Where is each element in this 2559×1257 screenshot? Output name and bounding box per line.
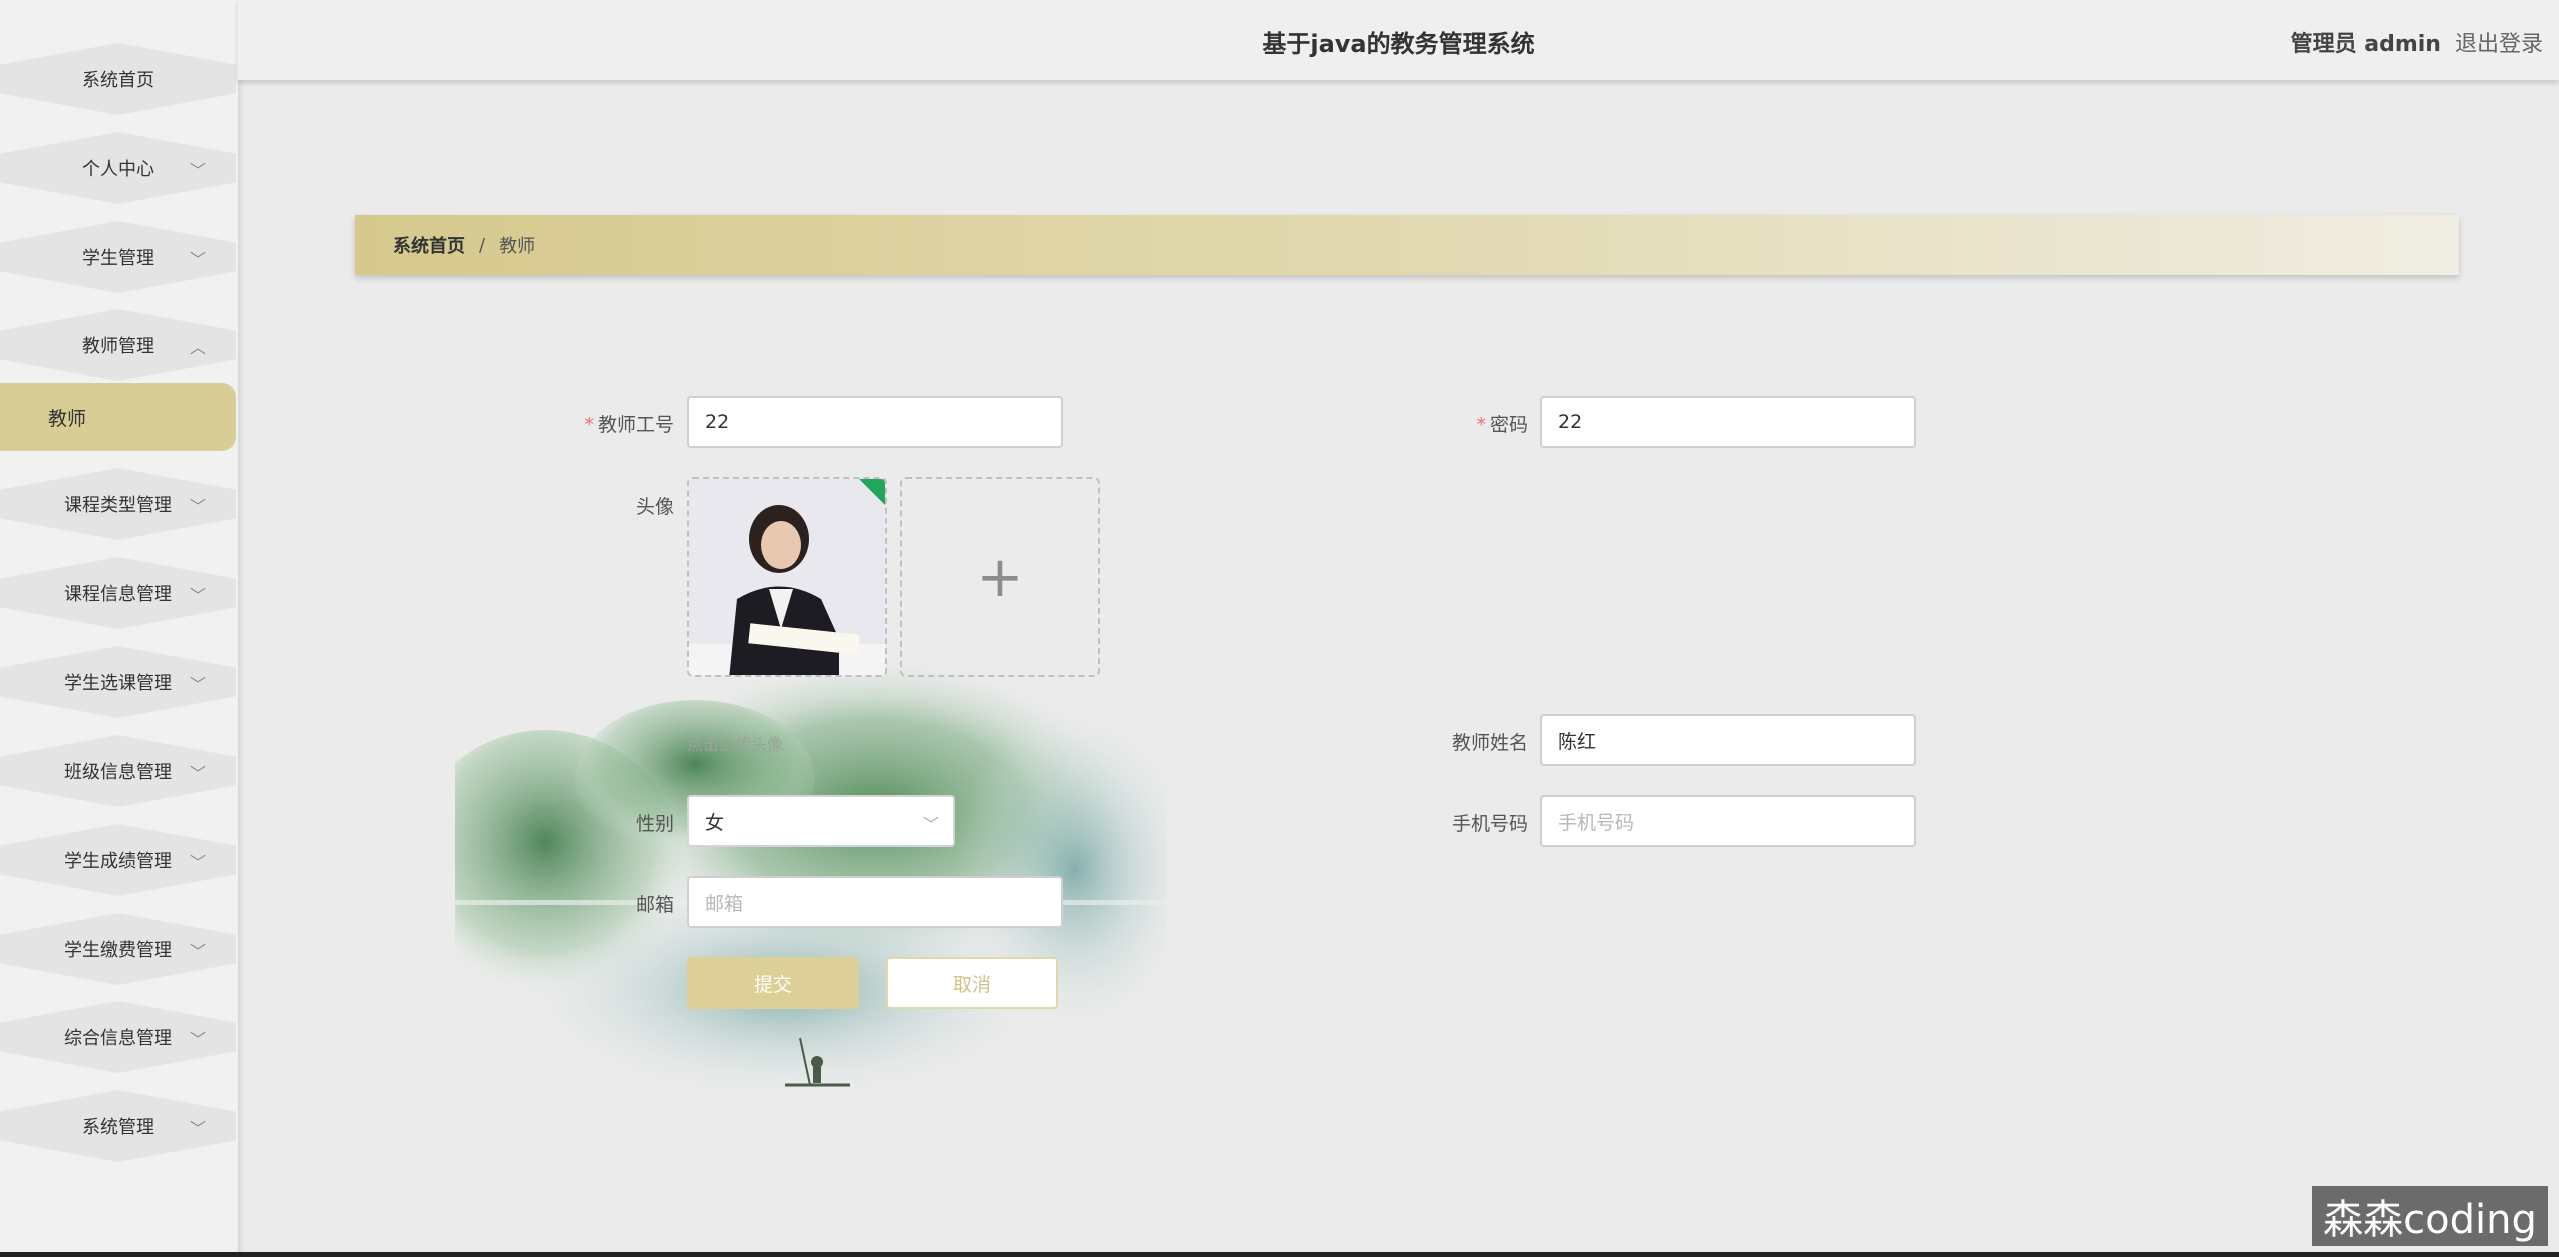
required-star: *: [1476, 414, 1486, 436]
phone-label: 手机号码: [1451, 813, 1528, 835]
upload-avatar-button[interactable]: +: [900, 477, 1100, 677]
submit-button[interactable]: 提交: [687, 957, 859, 1009]
video-watermark: 森森coding: [2312, 1186, 2548, 1246]
sidebar-subitem-teacher[interactable]: 教师: [0, 383, 236, 451]
breadcrumb: 系统首页 / 教师: [355, 215, 2459, 275]
sidebar-item-general-info-management[interactable]: 综合信息管理 ﹀: [0, 1001, 236, 1073]
chevron-down-icon: ﹀: [189, 497, 206, 516]
sidebar-item-label: 学生选课管理: [64, 673, 172, 694]
chevron-down-icon: ﹀: [189, 675, 206, 694]
chevron-down-icon: ﹀: [189, 161, 206, 180]
gender-select[interactable]: 女 ﹀: [687, 795, 955, 847]
required-star: *: [584, 414, 594, 436]
breadcrumb-home-link[interactable]: 系统首页: [393, 232, 465, 258]
teacher-photo-image: [689, 479, 885, 675]
avatar-label: 头像: [635, 496, 674, 518]
sidebar-item-course-type-management[interactable]: 课程类型管理 ﹀: [0, 468, 236, 540]
top-header: 基于java的教务管理系统 管理员 admin 退出登录: [238, 0, 2559, 80]
teacher-id-label: * 教师工号: [584, 414, 674, 436]
sidebar-item-label: 学生缴费管理: [64, 940, 172, 961]
sidebar-item-label: 教师管理: [82, 336, 154, 357]
sidebar-item-teacher-management[interactable]: 教师管理 ︿: [0, 309, 236, 381]
breadcrumb-separator: /: [479, 234, 486, 256]
gender-label: 性别: [635, 813, 674, 835]
sidebar-item-label: 课程信息管理: [64, 584, 172, 605]
sidebar-item-student-management[interactable]: 学生管理 ﹀: [0, 221, 236, 293]
upload-tip-text: 点击上传头像: [687, 735, 784, 754]
phone-input[interactable]: 手机号码: [1540, 795, 1916, 847]
email-label: 邮箱: [635, 894, 674, 916]
sidebar-item-grade-management[interactable]: 学生成绩管理 ﹀: [0, 824, 236, 896]
teacher-id-input[interactable]: 22: [687, 396, 1063, 448]
logout-link[interactable]: 退出登录: [2455, 26, 2543, 58]
email-input[interactable]: 邮箱: [687, 876, 1063, 928]
chevron-down-icon: ﹀: [922, 815, 939, 834]
chevron-up-icon: ︿: [189, 338, 206, 357]
chevron-down-icon: ﹀: [189, 764, 206, 783]
sidebar-item-label: 班级信息管理: [64, 762, 172, 783]
sidebar-item-label: 课程类型管理: [64, 495, 172, 516]
sidebar-item-label: 学生成绩管理: [64, 851, 172, 872]
sidebar-item-label: 个人中心: [82, 159, 154, 180]
chevron-down-icon: ﹀: [189, 586, 206, 605]
sidebar-item-payment-management[interactable]: 学生缴费管理 ﹀: [0, 913, 236, 985]
sidebar-item-course-info-management[interactable]: 课程信息管理 ﹀: [0, 557, 236, 629]
sidebar-item-label: 系统管理: [82, 1117, 154, 1138]
sidebar-item-label: 学生管理: [82, 248, 154, 269]
sidebar-item-system-management[interactable]: 系统管理 ﹀: [0, 1090, 236, 1162]
sidebar: 系统首页 个人中心 ﹀ 学生管理 ﹀ 教师管理 ︿ 教师 课程类型管理 ﹀ 课程信息管理…: [0, 0, 238, 1257]
teacher-name-input[interactable]: 陈红: [1540, 714, 1916, 766]
teacher-name-label: 教师姓名: [1451, 732, 1528, 754]
breadcrumb-current: 教师: [499, 236, 536, 257]
chevron-down-icon: ﹀: [189, 942, 206, 961]
app-title: 基于java的教务管理系统: [1262, 30, 1535, 58]
sidebar-item-label: 系统首页: [82, 70, 154, 91]
avatar-preview[interactable]: [687, 477, 887, 677]
cancel-button[interactable]: 取消: [886, 957, 1058, 1009]
chevron-down-icon: ﹀: [189, 1030, 206, 1049]
chevron-down-icon: ﹀: [189, 853, 206, 872]
plus-icon: +: [976, 544, 1024, 610]
gender-select-value: 女: [705, 811, 725, 834]
header-user-area: 管理员 admin 退出登录: [2291, 26, 2543, 58]
current-user-label: 管理员 admin: [2290, 32, 2441, 57]
chevron-down-icon: ﹀: [189, 1119, 206, 1138]
password-label: * 密码: [1476, 414, 1528, 436]
sidebar-item-label: 综合信息管理: [64, 1028, 172, 1049]
sidebar-item-class-info-management[interactable]: 班级信息管理 ﹀: [0, 735, 236, 807]
bottom-divider: [0, 1252, 2559, 1257]
sidebar-item-home[interactable]: 系统首页: [0, 43, 236, 115]
sidebar-item-personal-center[interactable]: 个人中心 ﹀: [0, 132, 236, 204]
chevron-down-icon: ﹀: [189, 250, 206, 269]
sidebar-item-course-selection-management[interactable]: 学生选课管理 ﹀: [0, 646, 236, 718]
password-input[interactable]: 22: [1540, 396, 1916, 448]
